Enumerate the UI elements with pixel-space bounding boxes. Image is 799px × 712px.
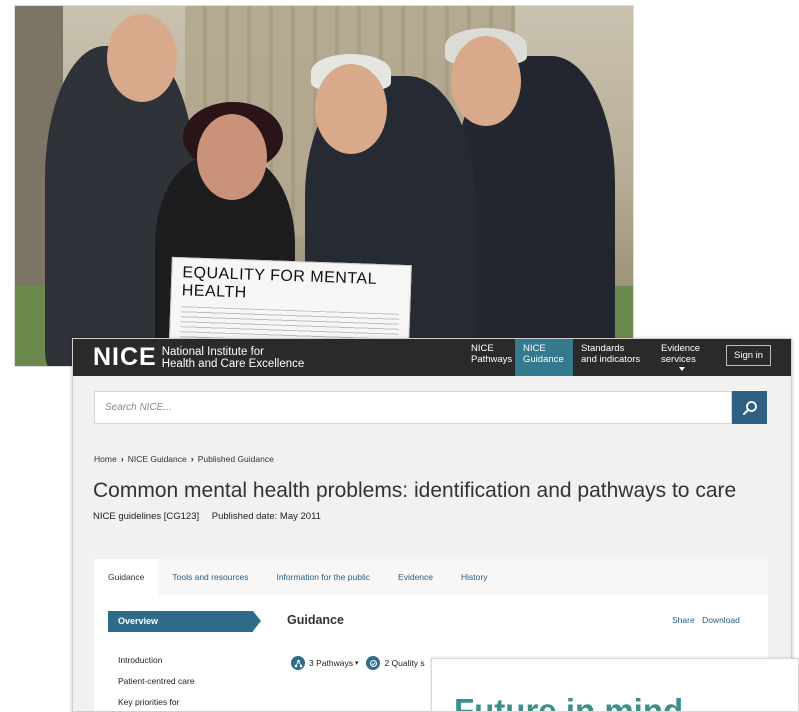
nav-nice-guidance[interactable]: NICE Guidance	[515, 339, 573, 376]
logo-line-2: Health and Care Excellence	[161, 357, 305, 370]
pathways-chip[interactable]: 3 Pathways ▾	[291, 656, 358, 670]
logo-line-1: National Institute for	[161, 345, 265, 358]
future-in-mind-document: Future in mind	[431, 658, 799, 712]
main-nav: NICE Pathways NICE Guidance Standards an…	[463, 339, 711, 376]
search-input[interactable]	[95, 392, 731, 423]
share-link[interactable]: Share	[672, 615, 695, 625]
published-date: Published date: May 2011	[211, 511, 321, 522]
breadcrumb-home[interactable]: Home	[94, 454, 117, 464]
breadcrumb-published-guidance[interactable]: Published Guidance	[198, 454, 274, 464]
nav-standards-line2: and indicators	[581, 354, 641, 365]
guideline-code: NICE guidelines [CG123]	[93, 511, 200, 522]
tab-guidance[interactable]: Guidance	[94, 559, 159, 595]
pathways-icon	[291, 656, 305, 670]
sidebar-item-introduction[interactable]: Introduction	[118, 650, 195, 671]
download-link[interactable]: Download	[702, 615, 740, 625]
tab-information-public[interactable]: Information for the public	[262, 559, 384, 595]
logo-mark: NICE	[93, 343, 157, 371]
quality-standards-chip[interactable]: 2 Quality s	[366, 656, 425, 670]
quality-standard-icon	[366, 656, 381, 670]
nav-nice-pathways[interactable]: NICE Pathways	[463, 339, 515, 376]
nav-pathways-line2: Pathways	[471, 354, 513, 365]
page-title: Common mental health problems: identific…	[93, 479, 737, 502]
sidebar-item-patient-centred-care[interactable]: Patient-centred care	[118, 671, 195, 692]
person-3-head	[315, 64, 387, 154]
nav-evidence-line2: services	[661, 354, 696, 365]
search-button[interactable]	[732, 391, 767, 424]
nav-guidance-line1: NICE	[523, 343, 546, 354]
nice-logo[interactable]: NICE National Institute for Health and C…	[93, 343, 304, 372]
nav-evidence-services[interactable]: Evidence services	[653, 339, 711, 376]
nice-webpage: NICE National Institute for Health and C…	[72, 338, 792, 712]
breadcrumb: Home › NICE Guidance › Published Guidanc…	[94, 454, 274, 464]
caret-down-icon	[679, 367, 685, 371]
overview-nav-item[interactable]: Overview	[108, 611, 261, 632]
sign-heading: EQUALITY FOR MENTAL HEALTH	[181, 264, 377, 302]
nav-pathways-line1: NICE	[471, 343, 494, 354]
future-in-mind-title: Future in mind	[454, 692, 684, 712]
nav-evidence-line1: Evidence	[661, 343, 701, 354]
chevron-right-icon: ›	[190, 454, 194, 464]
campaign-photo: EQUALITY FOR MENTAL HEALTH	[14, 5, 634, 367]
guidance-tabs: Guidance Tools and resources Information…	[94, 559, 768, 595]
caret-down-icon: ▾	[354, 660, 359, 667]
chevron-right-icon: ›	[120, 454, 124, 464]
share-download-links: Share Download	[672, 615, 740, 625]
person-2-head	[197, 114, 267, 200]
tab-history[interactable]: History	[447, 559, 501, 595]
guideline-meta: NICE guidelines [CG123] Published date: …	[93, 511, 321, 522]
guidance-chips: 3 Pathways ▾ 2 Quality s	[291, 656, 433, 670]
breadcrumb-nice-guidance[interactable]: NICE Guidance	[128, 454, 187, 464]
tab-tools-resources[interactable]: Tools and resources	[158, 559, 262, 595]
guidance-sidebar: Introduction Patient-centred care Key pr…	[118, 650, 195, 711]
logo-subtitle: National Institute for Health and Care E…	[162, 346, 305, 370]
tab-evidence[interactable]: Evidence	[384, 559, 447, 595]
nav-standards-line1: Standards	[581, 343, 625, 354]
person-1-head	[107, 14, 177, 102]
sidebar-item-key-priorities[interactable]: Key priorities for	[118, 692, 195, 711]
nav-guidance-line2: Guidance	[523, 354, 564, 365]
pathways-chip-label: 3 Pathways	[309, 658, 353, 668]
sign-in-button[interactable]: Sign in	[726, 345, 772, 366]
search-icon	[742, 400, 757, 415]
person-4-head	[451, 36, 521, 126]
nav-standards-indicators[interactable]: Standards and indicators	[573, 339, 653, 376]
guidance-section-title: Guidance	[287, 613, 344, 627]
quality-chip-label: 2 Quality s	[384, 658, 425, 668]
search-box	[94, 391, 732, 424]
top-navigation-bar: NICE National Institute for Health and C…	[73, 339, 791, 376]
